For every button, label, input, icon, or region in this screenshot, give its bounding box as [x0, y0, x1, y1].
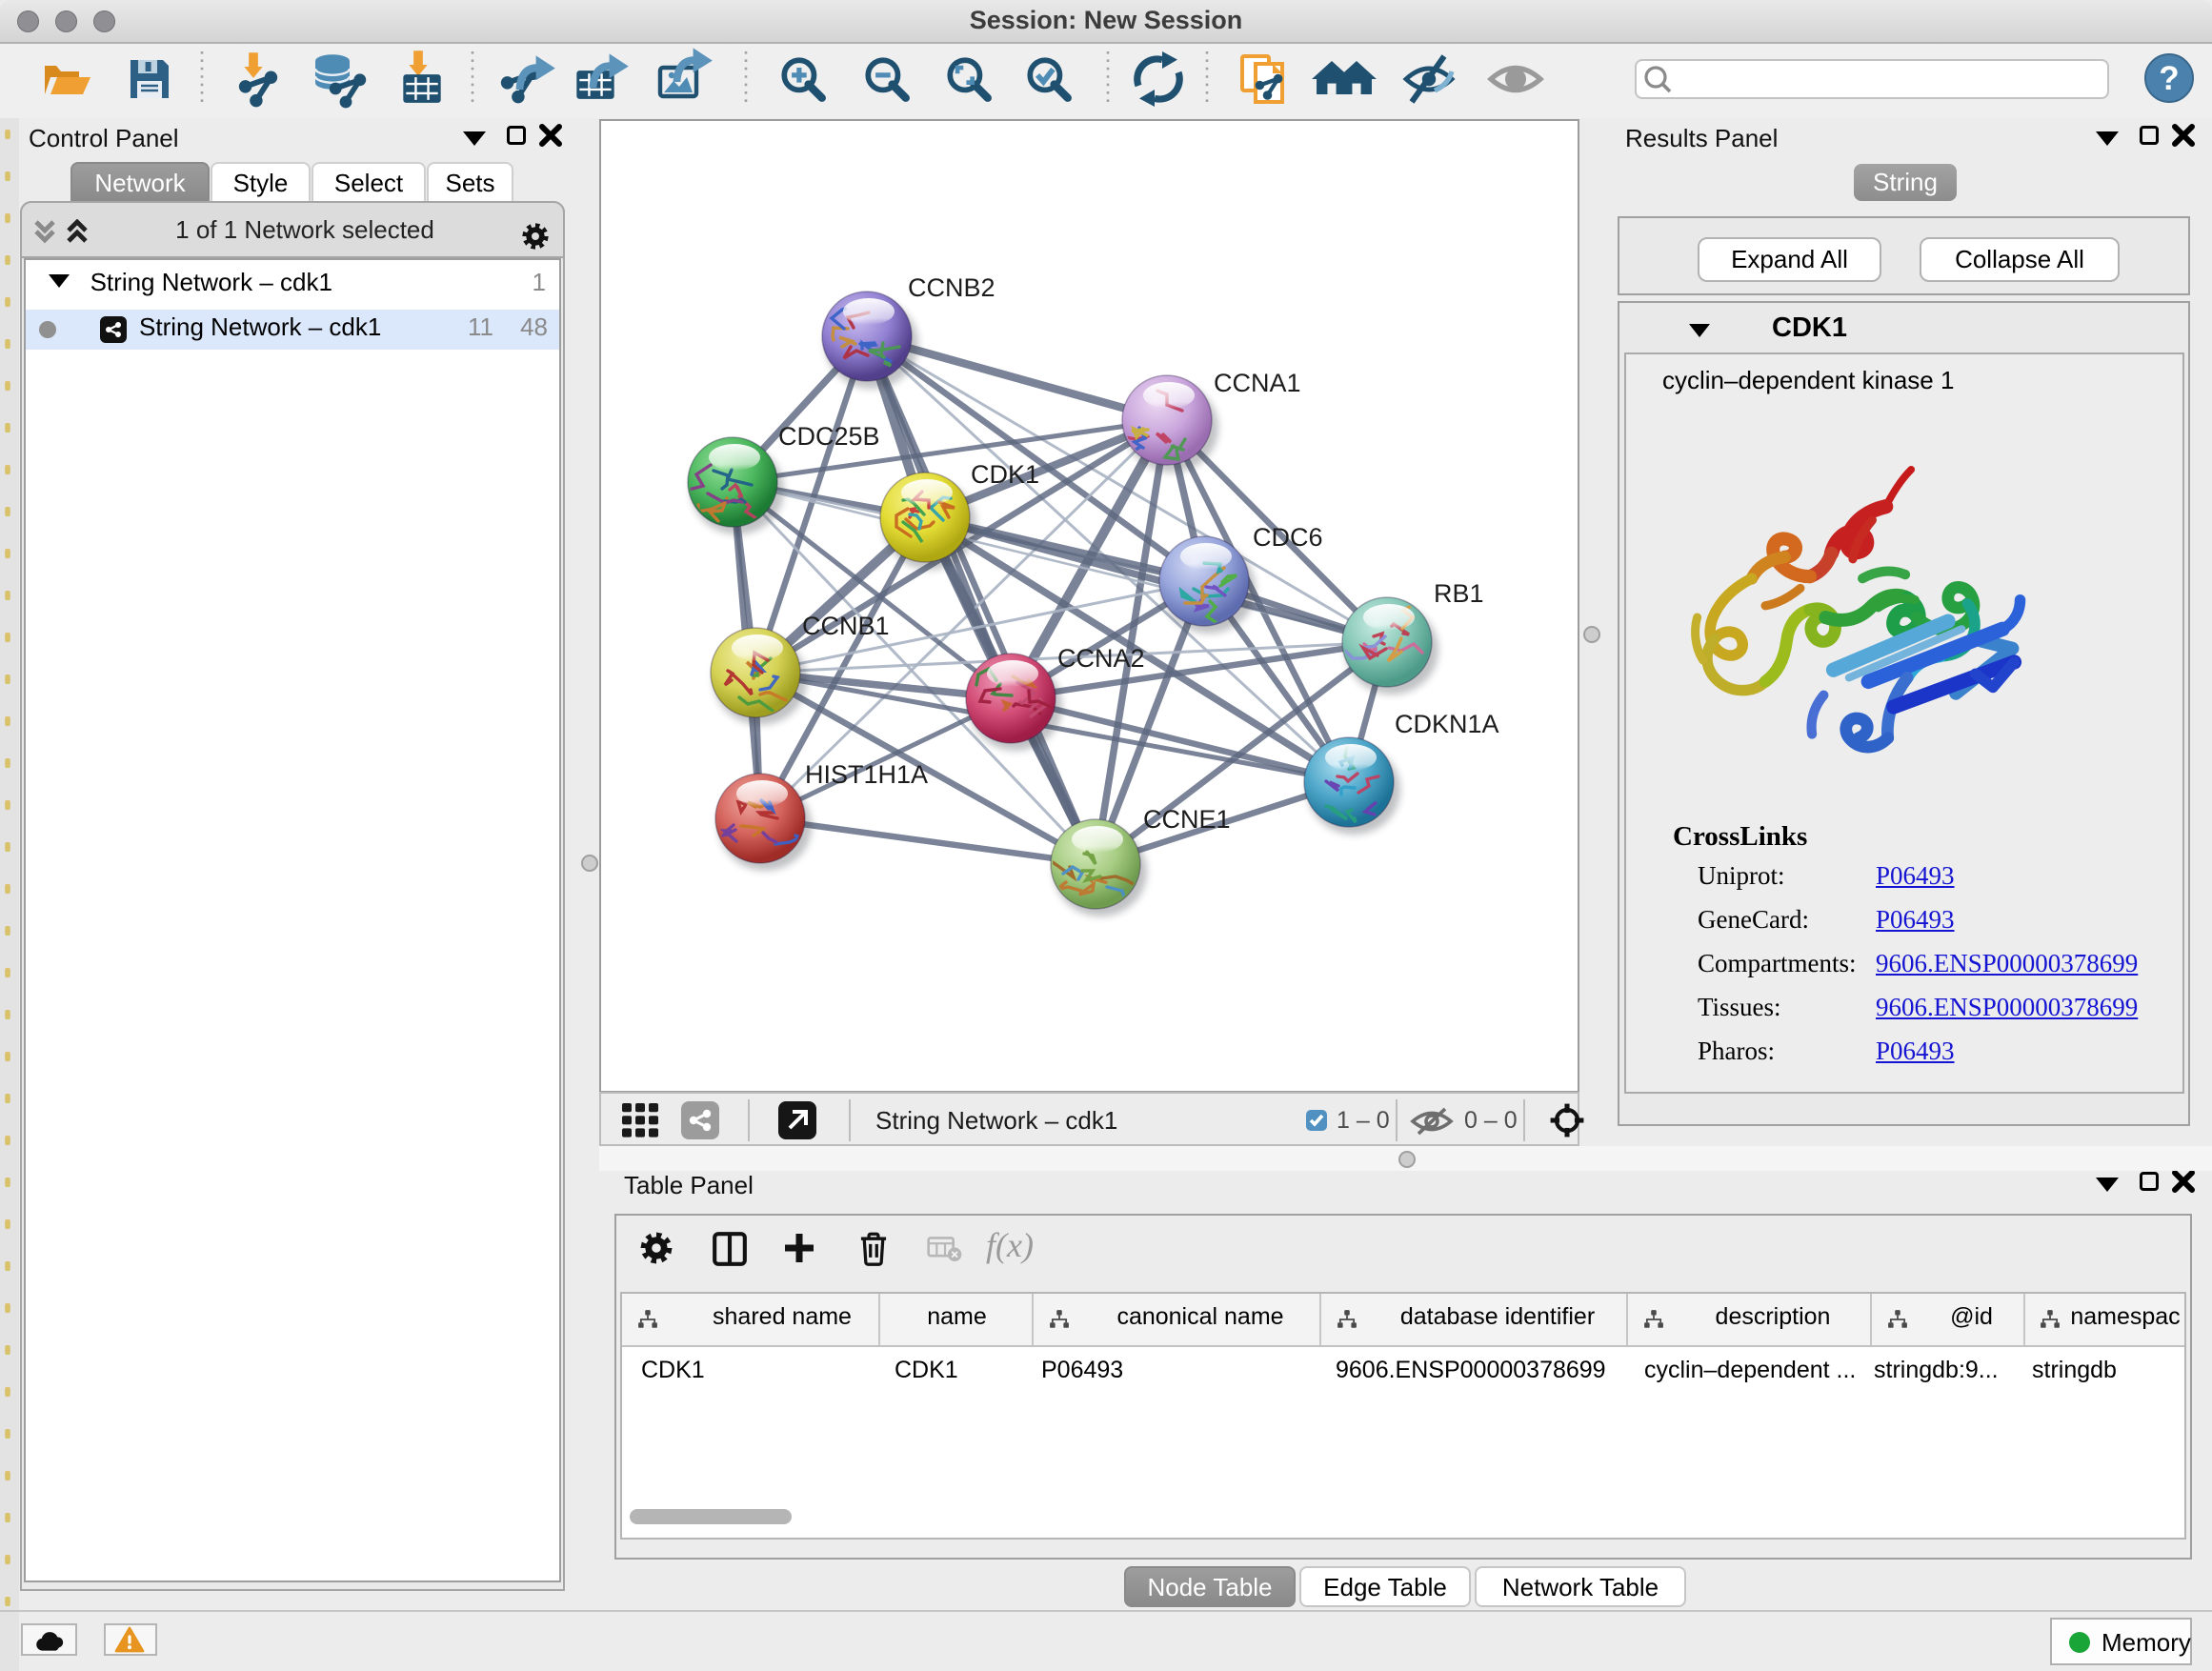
svg-text:CDKN1A: CDKN1A — [1395, 710, 1499, 738]
svg-text:CCNE1: CCNE1 — [1143, 805, 1231, 834]
svg-text:CDC25B: CDC25B — [778, 422, 880, 451]
svg-text:CCNA1: CCNA1 — [1214, 369, 1301, 397]
svg-text:CDK1: CDK1 — [971, 460, 1039, 489]
svg-text:HIST1H1A: HIST1H1A — [805, 760, 928, 789]
svg-text:CCNA2: CCNA2 — [1057, 644, 1145, 673]
svg-text:RB1: RB1 — [1434, 579, 1484, 608]
svg-text:CDC6: CDC6 — [1253, 523, 1323, 552]
svg-text:CCNB2: CCNB2 — [908, 273, 995, 302]
svg-text:?: ? — [2159, 60, 2179, 97]
svg-text:CCNB1: CCNB1 — [802, 612, 890, 640]
